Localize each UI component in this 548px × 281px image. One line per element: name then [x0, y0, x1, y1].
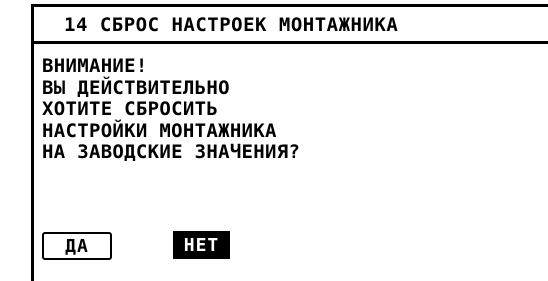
screen-top-border [31, 4, 548, 7]
menu-title: 14 СБРОС НАСТРОЕК МОНТАЖНИКА [64, 14, 399, 36]
no-button-selected[interactable]: НЕТ [173, 231, 230, 259]
message-line: ВЫ ДЕЙСТВИТЕЛЬНО [42, 76, 230, 99]
device-screen: 14 СБРОС НАСТРОЕК МОНТАЖНИКА ВНИМАНИЕ! В… [0, 0, 548, 281]
title-divider [31, 41, 548, 44]
confirmation-message: ВНИМАНИЕ! ВЫ ДЕЙСТВИТЕЛЬНО ХОТИТЕ СБРОСИ… [42, 55, 301, 164]
message-line: НА ЗАВОДСКИЕ ЗНАЧЕНИЯ? [42, 141, 301, 163]
message-line: ХОТИТЕ СБРОСИТЬ [42, 98, 219, 120]
message-line: НАСТРОЙКИ МОНТАЖНИКА [42, 119, 277, 142]
message-line: ВНИМАНИЕ! [42, 55, 148, 77]
screen-left-border [31, 4, 34, 281]
yes-button[interactable]: ДА [42, 232, 112, 260]
